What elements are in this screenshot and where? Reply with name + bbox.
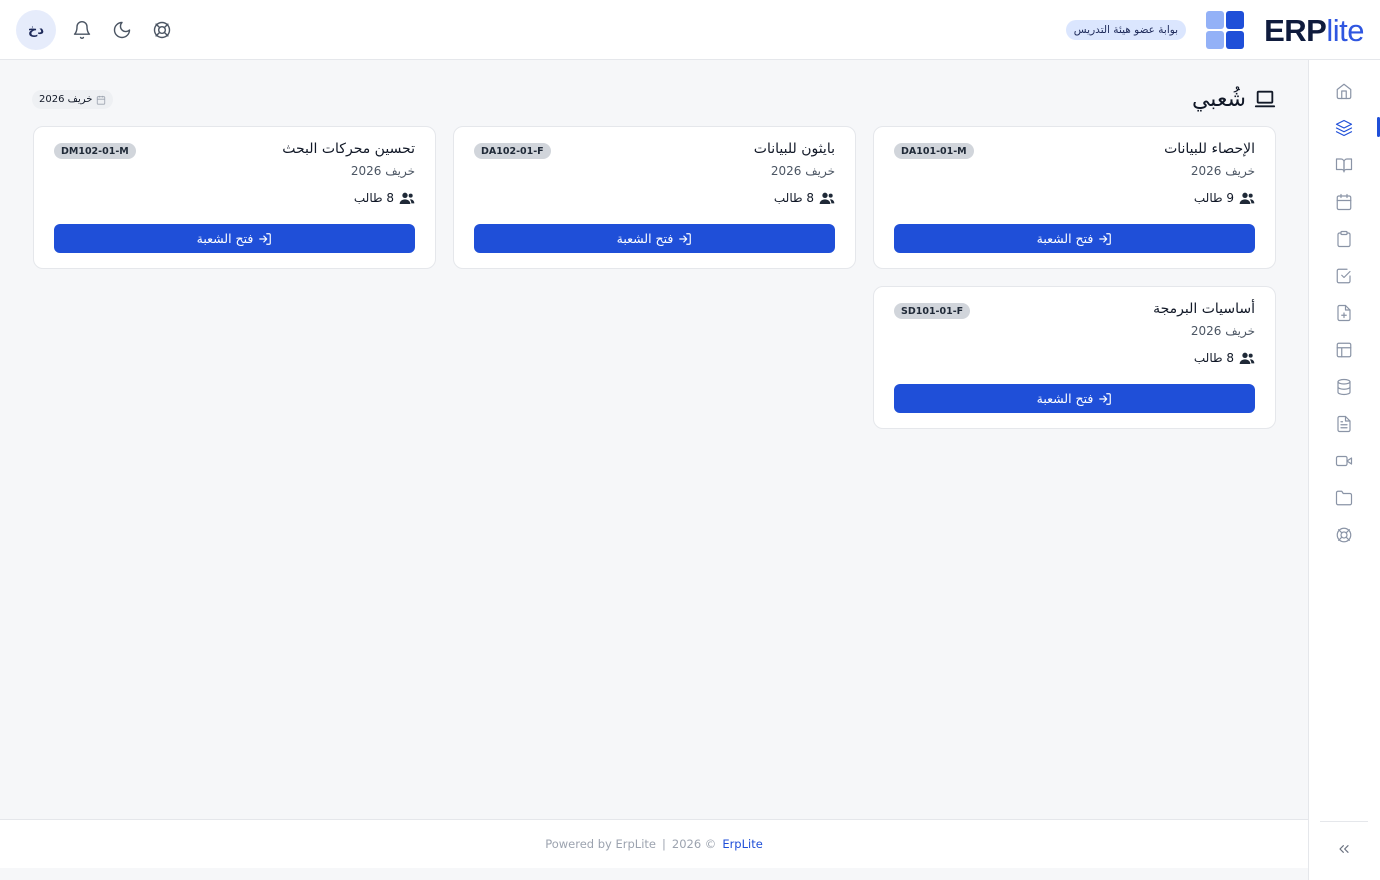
lifebuoy-icon [1336,527,1352,542]
section-students-count: 8 طالب [773,191,814,205]
open-section-label: فتح الشعبة [1036,231,1094,246]
bell-icon [73,21,91,40]
section-card: أساسيات البرمجة خريف 2026 8 طالب SD101-0… [873,286,1276,429]
section-code-badge: DA102-01-F [474,143,551,159]
section-students: 8 طالب [1194,350,1255,366]
sidebar-item-files[interactable] [1308,479,1380,516]
section-term: خريف 2026 [770,164,835,178]
book-open-icon [1335,157,1353,172]
section-card: الإحصاء للبيانات خريف 2026 9 طالب DA101-… [873,126,1276,269]
footer-powered-by: Powered by ErpLite [545,837,656,851]
section-term: خريف 2026 [1190,324,1255,338]
section-code-badge: SD101-01-F [894,303,971,319]
page-heading: شُعبي [1191,86,1246,112]
sidebar-item-home[interactable] [1308,72,1380,109]
sidebar-item-assignments[interactable] [1308,220,1380,257]
clipboard-icon [1337,230,1351,247]
database-icon [1337,378,1351,395]
sidebar-item-documents[interactable] [1308,405,1380,442]
section-students: 8 طالب [354,190,415,206]
sidebar [1308,60,1380,880]
brand[interactable]: ERPlite بوابة عضو هيئة التدريس [1065,10,1364,50]
theme-toggle-button[interactable] [102,10,142,50]
layout-icon [1336,342,1352,357]
log-in-icon [679,232,692,245]
lifebuoy-icon [153,21,171,39]
open-section-button[interactable]: فتح الشعبة [894,384,1255,413]
top-header: ERPlite بوابة عضو هيئة التدريس دخ [0,0,1380,60]
brand-erp: ERP [1264,12,1327,48]
sidebar-item-support[interactable] [1308,516,1380,553]
section-card: بايثون للبيانات خريف 2026 8 طالب DA102-0… [453,126,856,269]
file-text-icon [1337,415,1351,432]
section-card: تحسين محركات البحث خريف 2026 8 طالب DM10… [33,126,436,269]
sidebar-item-attendance[interactable] [1308,257,1380,294]
section-title: بايثون للبيانات [753,141,835,157]
log-in-icon [259,232,272,245]
log-in-icon [1099,392,1112,405]
notifications-button[interactable] [62,10,102,50]
sidebar-item-video[interactable] [1308,442,1380,479]
folder-icon [1335,490,1353,505]
section-title: تحسين محركات البحث [282,141,415,157]
page-title: شُعبي [1192,84,1276,114]
portal-badge: بوابة عضو هيئة التدريس [1065,20,1187,40]
section-title: أساسيات البرمجة [1153,301,1255,317]
footer: Powered by ErpLite | 2026 © ErpLite [0,819,1308,868]
section-code-badge: DM102-01-M [54,143,136,159]
sidebar-item-sections[interactable] [1308,109,1380,146]
brand-lite: lite [1326,12,1364,48]
calendar-icon [97,95,106,105]
footer-separator: | [662,837,666,851]
open-section-button[interactable]: فتح الشعبة [54,224,415,253]
file-plus-icon [1337,304,1351,321]
users-icon [1239,352,1255,364]
brand-logo-icon [1206,11,1245,49]
section-term: خريف 2026 [1190,164,1255,178]
chevrons-left-icon [1339,845,1349,853]
users-icon [819,192,835,204]
section-title: الإحصاء للبيانات [1164,141,1255,157]
brand-logo-text: ERPlite [1264,15,1364,46]
section-students-count: 9 طالب [1193,191,1234,205]
term-badge: خريف 2026 [32,90,114,109]
laptop-icon [1254,90,1276,108]
section-students-count: 8 طالب [1193,351,1234,365]
video-icon [1335,455,1353,466]
sidebar-collapse-button[interactable] [1308,834,1380,864]
users-icon [1239,192,1255,204]
home-icon [1336,83,1352,99]
section-students-count: 8 طالب [353,191,394,205]
calendar-icon [1336,193,1352,210]
sidebar-divider [1320,821,1368,822]
moon-icon [113,21,131,39]
layers-icon [1335,119,1353,136]
section-code-badge: DA101-01-M [894,143,974,159]
header-actions: دخ [16,10,182,50]
sidebar-item-courses[interactable] [1308,146,1380,183]
sidebar-item-calendar[interactable] [1308,183,1380,220]
section-term: خريف 2026 [350,164,415,178]
term-badge-label: خريف 2026 [39,94,93,105]
footer-copyright: 2026 © [671,837,717,851]
sidebar-item-database[interactable] [1308,368,1380,405]
user-avatar[interactable]: دخ [16,10,56,50]
section-students: 9 طالب [1194,190,1255,206]
section-students: 8 طالب [774,190,835,206]
open-section-button[interactable]: فتح الشعبة [474,224,835,253]
check-square-icon [1336,268,1351,283]
open-section-label: فتح الشعبة [616,231,674,246]
sidebar-item-layout[interactable] [1308,331,1380,368]
open-section-label: فتح الشعبة [1036,391,1094,406]
sidebar-item-new-file[interactable] [1308,294,1380,331]
open-section-button[interactable]: فتح الشعبة [894,224,1255,253]
users-icon [399,192,415,204]
log-in-icon [1099,232,1112,245]
open-section-label: فتح الشعبة [196,231,254,246]
help-button[interactable] [142,10,182,50]
footer-brand-link[interactable]: ErpLite [722,837,762,851]
